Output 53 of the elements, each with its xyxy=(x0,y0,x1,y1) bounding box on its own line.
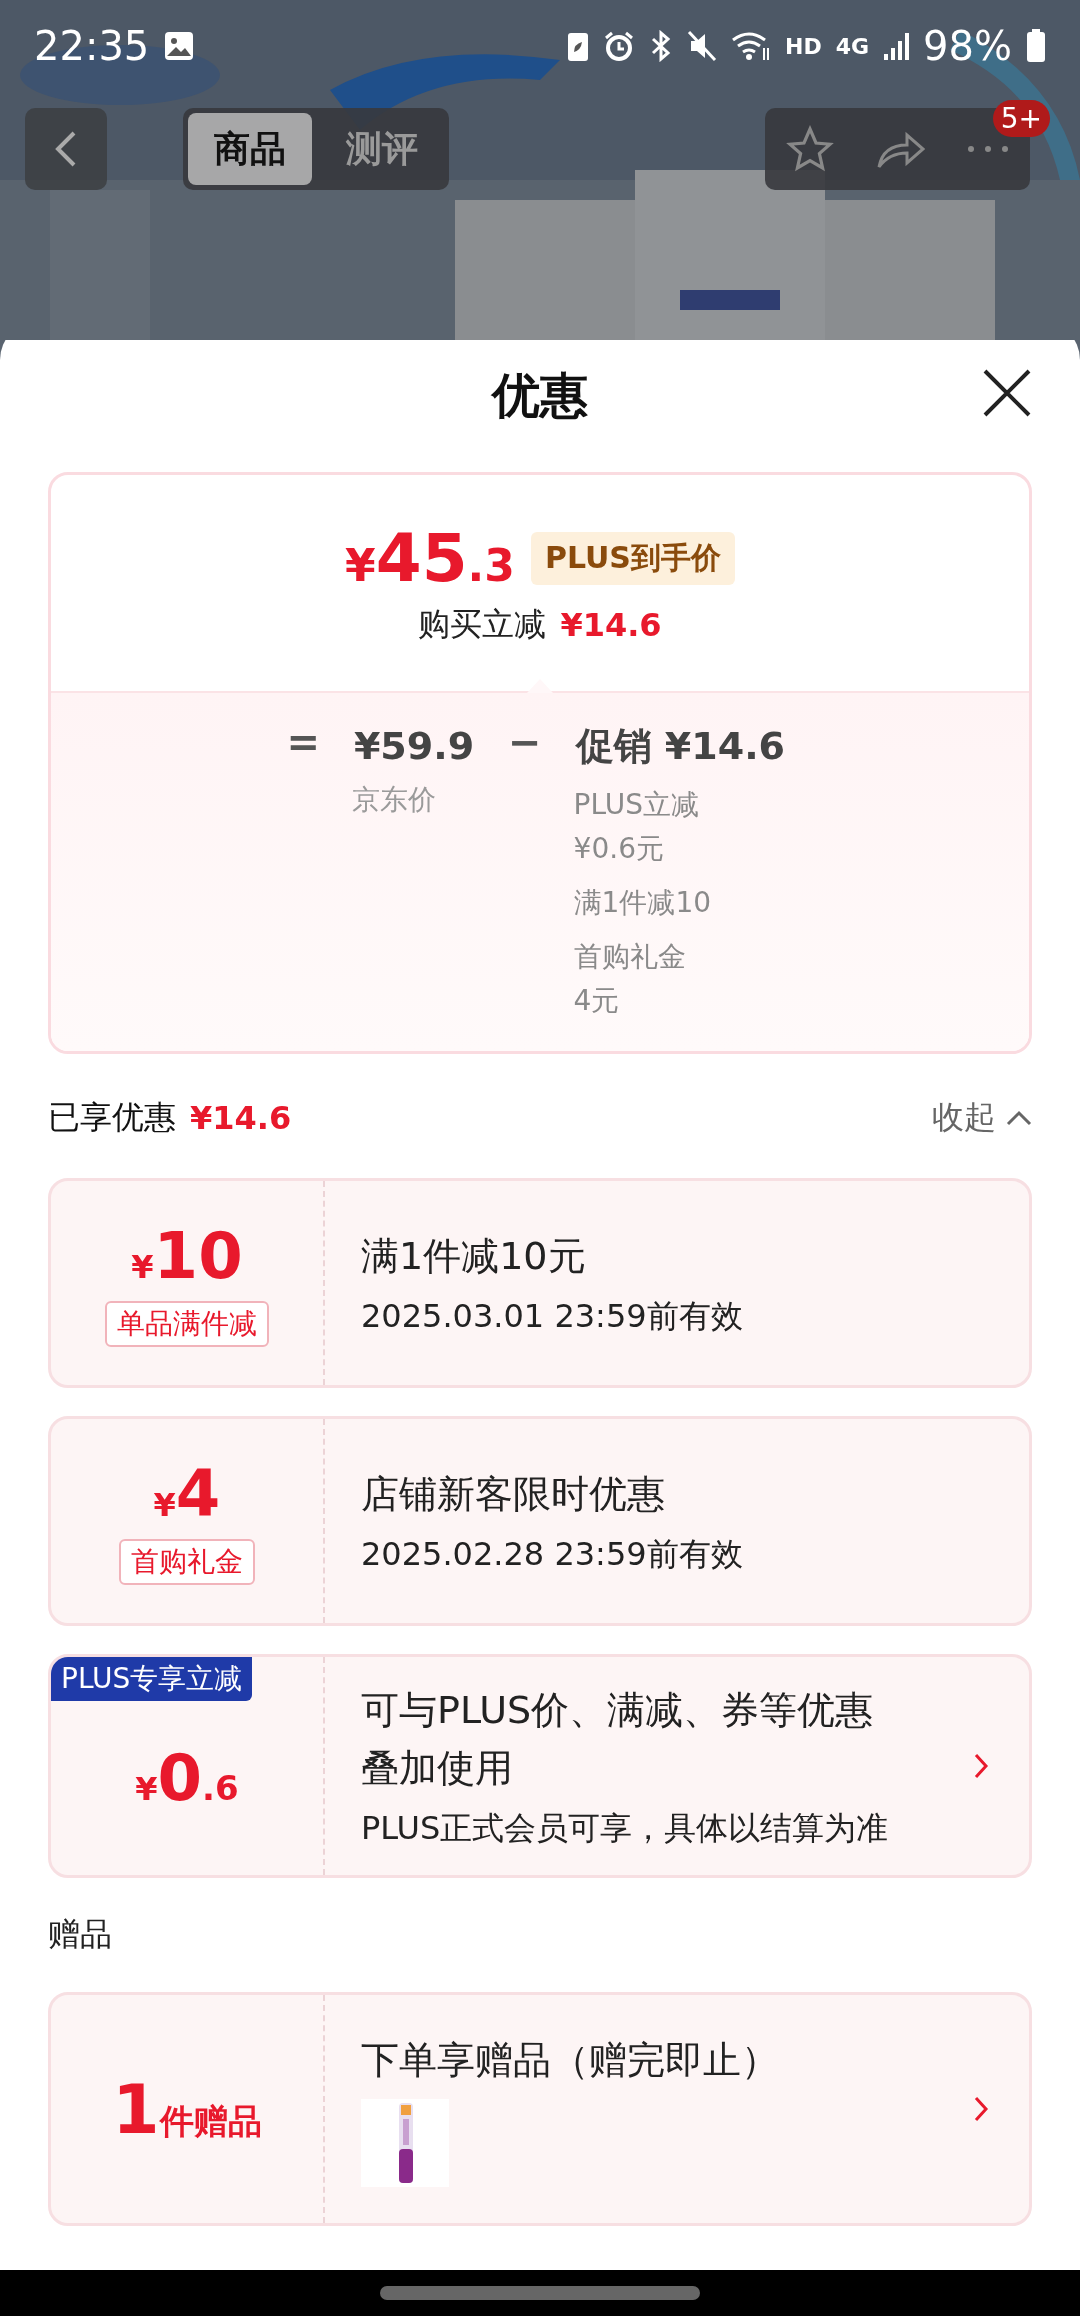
gift-count: 1件赠品 xyxy=(112,2069,262,2149)
coupon-amount: ¥10 xyxy=(131,1219,243,1293)
back-button[interactable] xyxy=(25,108,107,190)
price-tag: PLUS到手价 xyxy=(530,531,735,585)
gift-section-label: 赠品 xyxy=(48,1914,113,1955)
coupon-tag: 单品满件减 xyxy=(105,1301,269,1347)
coupon-title: 满1件减10元 xyxy=(361,1233,587,1280)
coupon-validity: 2025.03.01 23:59前有效 xyxy=(361,1296,744,1337)
coupon-validity: 2025.02.28 23:59前有效 xyxy=(361,1534,744,1575)
saving-label: 购买立减 xyxy=(418,603,547,645)
coupon-tag: 首购礼金 xyxy=(119,1539,255,1585)
enjoyed-value: ¥14.6 xyxy=(190,1099,292,1137)
wifi-icon xyxy=(731,30,772,62)
coupon-title: 店铺新客限时优惠 xyxy=(361,1471,666,1518)
promo-detail: 满1件减10 xyxy=(573,885,713,921)
hd-label: HD xyxy=(785,33,822,59)
enjoyed-label: 已享优惠 xyxy=(48,1097,176,1138)
coupon-card[interactable]: PLUS专享立减 ¥0.6 可与PLUS价、满减、券等优惠 叠加使用 PLUS正式会员可享，具体以结算为准 xyxy=(48,1654,1032,1878)
gift-title: 下单享赠品（赠完即止） xyxy=(361,2037,780,2084)
chevron-right-icon xyxy=(973,1752,989,1780)
gift-card[interactable]: 1件赠品 下单享赠品（赠完即止） xyxy=(48,1992,1032,2226)
base-price: ¥59.9 xyxy=(352,723,476,770)
minus-sign: − xyxy=(508,719,542,767)
alarm-icon xyxy=(603,30,636,62)
saving-value: ¥14.6 xyxy=(560,605,662,644)
base-price-label: 京东价 xyxy=(351,782,437,818)
coupon-amount: ¥0.6 xyxy=(135,1741,239,1815)
plus-ribbon: PLUS专享立减 xyxy=(51,1657,253,1701)
close-icon[interactable] xyxy=(982,368,1032,418)
chevron-right-icon xyxy=(973,2095,989,2123)
promo-total: 促销 ¥14.6 xyxy=(574,723,787,770)
network-label: 4G xyxy=(835,33,870,59)
promo-detail: 首购礼金 4元 xyxy=(573,939,687,1019)
notification-badge: 5+ xyxy=(992,100,1050,137)
promo-detail: PLUS立减 ¥0.6元 xyxy=(573,787,700,867)
image-icon xyxy=(163,30,196,62)
mute-icon xyxy=(687,30,718,62)
final-price: ¥45.3 xyxy=(345,519,515,597)
back-icon xyxy=(54,129,78,169)
sheet-title: 优惠 xyxy=(492,366,588,425)
coupon-amount: ¥4 xyxy=(153,1457,221,1531)
caret-icon xyxy=(1006,1110,1032,1126)
battery-saver-icon xyxy=(567,30,590,62)
coupon-validity: PLUS正式会员可享，具体以结算为准 xyxy=(361,1808,890,1849)
tab[interactable]: 测评 xyxy=(320,113,444,185)
collapse-button[interactable]: 收起 xyxy=(932,1096,1032,1140)
tab[interactable]: 商品 xyxy=(188,113,312,185)
status-time: 22:35 xyxy=(34,23,150,69)
equals-sign: = xyxy=(286,719,320,767)
coupon-title: 可与PLUS价、满减、券等优惠 叠加使用 xyxy=(361,1687,875,1792)
signal-icon xyxy=(883,30,910,62)
battery-icon xyxy=(1026,29,1046,63)
battery-percent: 98% xyxy=(923,23,1012,69)
